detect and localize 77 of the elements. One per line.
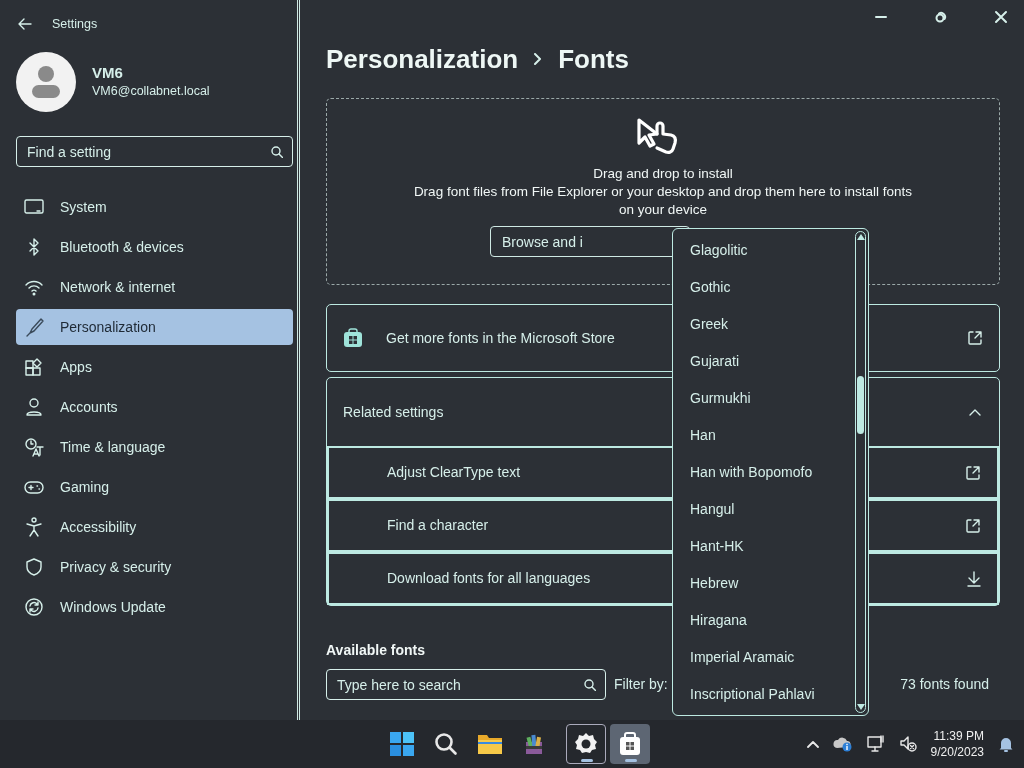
- sidebar-item[interactable]: Accounts: [16, 389, 293, 425]
- user-email: VM6@collabnet.local: [92, 83, 210, 101]
- search-field[interactable]: Find a setting: [16, 136, 293, 167]
- font-search-field[interactable]: Type here to search: [326, 669, 606, 700]
- download-icon: [967, 570, 981, 587]
- apps-icon: [24, 357, 44, 377]
- scroll-down-icon[interactable]: [857, 704, 865, 710]
- browse-button[interactable]: Browse and i: [490, 226, 690, 257]
- speaker-muted-icon[interactable]: [898, 735, 917, 753]
- gear-icon: [574, 732, 598, 756]
- sidebar-item[interactable]: Network & internet: [16, 269, 293, 305]
- avatar: [16, 52, 76, 112]
- sidebar-item[interactable]: Bluetooth & devices: [16, 229, 293, 265]
- network-monitor-icon[interactable]: [866, 735, 885, 753]
- external-link-icon: [965, 517, 981, 534]
- restore-icon: [934, 10, 948, 24]
- window-title: Settings: [52, 15, 98, 33]
- shield-icon: [24, 557, 44, 577]
- page-title: Fonts: [558, 42, 629, 76]
- chevron-up-icon[interactable]: [806, 740, 819, 748]
- chevron-right-icon: [534, 53, 543, 65]
- taskbar-button[interactable]: [610, 724, 650, 764]
- sidebar-item[interactable]: Time & language: [16, 429, 293, 465]
- dropdown-option[interactable]: Inscriptional Pahlavi: [673, 676, 855, 713]
- dropdown-option[interactable]: Imperial Aramaic: [673, 639, 855, 676]
- related-setting-label: Download fonts for all languages: [387, 569, 591, 588]
- store-link-label: Get more fonts in the Microsoft Store: [386, 328, 615, 348]
- person-icon: [24, 397, 44, 417]
- external-link-icon: [967, 330, 983, 346]
- search-icon: [434, 732, 458, 756]
- sidebar-item[interactable]: Windows Update: [16, 589, 293, 625]
- dropdown-option[interactable]: Gurmukhi: [673, 380, 855, 417]
- folder-icon: [477, 733, 503, 755]
- notification-bell-icon[interactable]: [998, 736, 1014, 752]
- sidebar-item[interactable]: Accessibility: [16, 509, 293, 545]
- related-setting-label: Adjust ClearType text: [387, 463, 521, 482]
- sidebar-item[interactable]: Gaming: [16, 469, 293, 505]
- dropdown-option[interactable]: Han with Bopomofo: [673, 454, 855, 491]
- section-title: Related settings: [343, 402, 444, 422]
- scroll-up-icon[interactable]: [857, 234, 865, 240]
- sidebar-item[interactable]: System: [16, 189, 293, 225]
- store-icon: [343, 328, 363, 348]
- back-icon: [18, 18, 32, 30]
- update-icon: [24, 597, 44, 617]
- monitor-icon: [24, 197, 44, 217]
- dropdown-option[interactable]: Greek: [673, 306, 855, 343]
- font-count: 73 fonts found: [900, 675, 989, 694]
- external-link-icon: [965, 464, 981, 481]
- close-icon: [994, 10, 1008, 24]
- search-icon: [584, 679, 596, 691]
- taskbar-button[interactable]: [566, 724, 606, 764]
- filter-label: Filter by:: [614, 675, 668, 694]
- brush-icon: [24, 317, 44, 337]
- dropdown-option[interactable]: Hiragana: [673, 602, 855, 639]
- sidebar-item[interactable]: Privacy & security: [16, 549, 293, 585]
- sidebar-item[interactable]: Personalization: [16, 309, 293, 345]
- store-icon: [619, 732, 641, 756]
- chevron-up-icon[interactable]: [969, 408, 981, 416]
- drop-description: Drag font files from File Explorer or your desktop and drop them here to install fonts on your device: [413, 183, 913, 219]
- scrollbar-thumb[interactable]: [857, 376, 864, 434]
- dropdown-option[interactable]: Hebrew: [673, 565, 855, 602]
- clock-date: 9/20/2023: [930, 744, 984, 760]
- sidebar-item[interactable]: Apps: [16, 349, 293, 385]
- user-name: VM6: [92, 63, 124, 83]
- section-title: Available fonts: [326, 641, 426, 660]
- cloud-info-icon[interactable]: [832, 736, 853, 752]
- related-setting-label: Find a character: [387, 516, 489, 535]
- start-icon: [390, 732, 414, 756]
- minimize-icon: [875, 16, 887, 18]
- breadcrumb-link[interactable]: Personalization: [326, 39, 519, 79]
- back-button[interactable]: [18, 18, 32, 30]
- search-icon: [271, 146, 283, 158]
- drop-title: Drag and drop to install: [593, 165, 733, 183]
- clock-language-icon: [24, 437, 44, 457]
- accessibility-icon: [24, 517, 44, 537]
- clock-time: 11:39 PM: [932, 728, 984, 744]
- taskbar-clock[interactable]: 11:39 PM 9/20/2023: [930, 728, 984, 760]
